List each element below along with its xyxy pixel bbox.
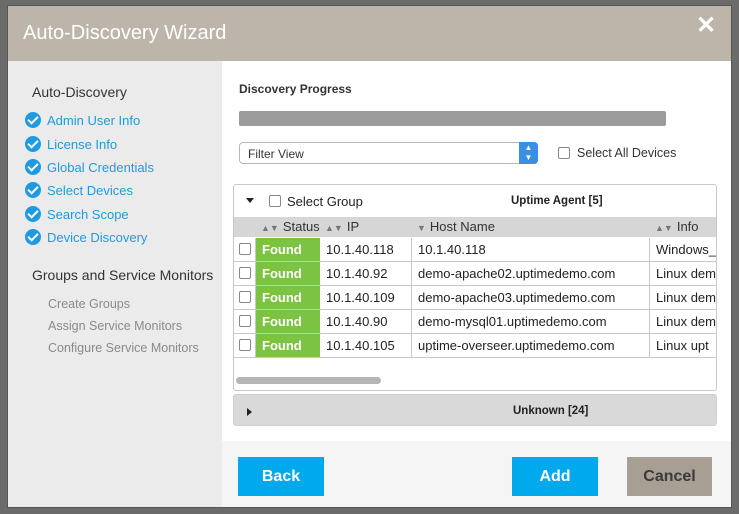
check-icon <box>25 136 41 152</box>
ip-cell: 10.1.40.109 <box>320 286 412 309</box>
check-icon <box>25 112 41 128</box>
sidebar-section-auto-discovery: Auto-Discovery <box>32 84 127 100</box>
table-row[interactable]: Found 10.1.40.118 10.1.40.118 Windows_ <box>234 238 716 262</box>
window-title: Auto-Discovery Wizard <box>23 22 227 44</box>
content-area: Discovery Progress Filter View ▲ ▼ Select… <box>222 61 731 441</box>
discovery-progress-bar <box>239 111 666 126</box>
info-cell: Linux dem <box>656 314 716 329</box>
column-ip[interactable]: ▲▼ IP <box>325 219 359 234</box>
info-cell: Linux dem <box>656 266 716 281</box>
sort-desc-icon: ▼ <box>417 223 426 233</box>
sidebar-item-global-credentials[interactable]: Global Credentials <box>25 158 154 176</box>
sidebar-item-label: Global Credentials <box>47 159 154 175</box>
info-cell: Windows_ <box>656 242 716 257</box>
group-name: Uptime Agent [5] <box>511 195 603 207</box>
row-checkbox[interactable] <box>239 315 251 327</box>
row-checkbox[interactable] <box>239 243 251 255</box>
add-button[interactable]: Add <box>512 457 598 496</box>
sidebar-item-label: Admin User Info <box>47 112 141 128</box>
unknown-group-label: Unknown [24] <box>513 405 589 417</box>
column-status[interactable]: ▲▼ Status <box>261 219 320 234</box>
column-info[interactable]: ▲▼ Info <box>655 219 699 234</box>
select-group-checkbox[interactable] <box>269 195 281 207</box>
wizard-window: Auto-Discovery Wizard ✕ Auto-Discovery A… <box>7 5 732 508</box>
progress-title: Discovery Progress <box>239 82 352 96</box>
sidebar-item-label: Select Devices <box>47 182 133 198</box>
select-all-checkbox[interactable] <box>558 147 570 159</box>
sidebar-item-select-devices[interactable]: Select Devices <box>25 181 133 199</box>
device-group-unknown[interactable]: Unknown [24] <box>233 394 717 426</box>
check-icon <box>25 159 41 175</box>
info-cell: Linux dem <box>656 290 716 305</box>
sidebar-item-device-discovery[interactable]: Device Discovery <box>25 228 147 246</box>
sidebar-item-configure-service-monitors: Configure Service Monitors <box>48 341 199 355</box>
ip-cell: 10.1.40.92 <box>320 262 412 285</box>
sidebar: Auto-Discovery Admin User Info License I… <box>8 61 222 507</box>
select-group-label: Select Group <box>287 194 363 209</box>
status-badge: Found <box>256 238 320 261</box>
status-badge: Found <box>256 262 320 285</box>
host-cell: demo-apache03.uptimedemo.com <box>412 286 650 309</box>
host-cell: demo-mysql01.uptimedemo.com <box>412 310 650 333</box>
check-icon <box>25 229 41 245</box>
main-panel: Discovery Progress Filter View ▲ ▼ Select… <box>222 61 731 507</box>
column-host-name[interactable]: ▼ Host Name <box>417 219 495 234</box>
row-checkbox[interactable] <box>239 291 251 303</box>
check-icon <box>25 182 41 198</box>
sort-icon: ▲▼ <box>261 223 279 233</box>
status-badge: Found <box>256 310 320 333</box>
select-all-label: Select All Devices <box>577 146 677 160</box>
sort-icon: ▲▼ <box>655 223 673 233</box>
sidebar-section-groups: Groups and Service Monitors <box>32 267 214 283</box>
table-row[interactable]: Found 10.1.40.90 demo-mysql01.uptimedemo… <box>234 310 716 334</box>
sidebar-item-search-scope[interactable]: Search Scope <box>25 205 129 223</box>
status-badge: Found <box>256 334 320 357</box>
status-badge: Found <box>256 286 320 309</box>
sidebar-item-create-groups: Create Groups <box>48 297 130 311</box>
device-group-uptime-agent: Select Group Uptime Agent [5] ▲▼ Status ▲… <box>233 184 717 391</box>
table-row[interactable]: Found 10.1.40.109 demo-apache03.uptimede… <box>234 286 716 310</box>
chevron-up-down-icon[interactable]: ▲ ▼ <box>519 142 538 164</box>
ip-cell: 10.1.40.105 <box>320 334 412 357</box>
back-button[interactable]: Back <box>238 457 324 496</box>
row-checkbox[interactable] <box>239 339 251 351</box>
horizontal-scrollbar[interactable] <box>236 377 381 384</box>
select-all-devices[interactable]: Select All Devices <box>558 146 676 160</box>
group-header: Select Group Uptime Agent [5] <box>234 185 716 217</box>
sidebar-item-license-info[interactable]: License Info <box>25 135 117 153</box>
host-cell: demo-apache02.uptimedemo.com <box>412 262 650 285</box>
filter-view-select[interactable]: Filter View ▲ ▼ <box>239 142 538 164</box>
row-checkbox[interactable] <box>239 267 251 279</box>
info-cell: Linux upt <box>656 338 709 353</box>
sidebar-item-admin-user-info[interactable]: Admin User Info <box>25 111 140 129</box>
table-row[interactable]: Found 10.1.40.105 uptime-overseer.uptime… <box>234 334 716 358</box>
check-icon <box>25 206 41 222</box>
caret-down-icon[interactable] <box>246 198 254 203</box>
ip-cell: 10.1.40.118 <box>320 238 412 261</box>
sidebar-item-assign-service-monitors: Assign Service Monitors <box>48 319 183 333</box>
table-row[interactable]: Found 10.1.40.92 demo-apache02.uptimedem… <box>234 262 716 286</box>
sidebar-item-label: Search Scope <box>47 206 129 222</box>
table-header: ▲▼ Status ▲▼ IP ▼ Host Name ▲▼ Info <box>234 217 716 237</box>
close-icon[interactable]: ✕ <box>695 14 717 38</box>
cancel-button[interactable]: Cancel <box>627 457 712 496</box>
sidebar-item-label: License Info <box>47 136 118 152</box>
host-cell: uptime-overseer.uptimedemo.com <box>412 334 650 357</box>
host-cell: 10.1.40.118 <box>412 238 650 261</box>
ip-cell: 10.1.40.90 <box>320 310 412 333</box>
filter-value: Filter View <box>248 147 304 161</box>
caret-right-icon[interactable] <box>247 408 252 416</box>
sort-icon: ▲▼ <box>325 223 343 233</box>
sidebar-item-label: Device Discovery <box>47 229 148 245</box>
title-bar: Auto-Discovery Wizard ✕ <box>8 6 731 61</box>
